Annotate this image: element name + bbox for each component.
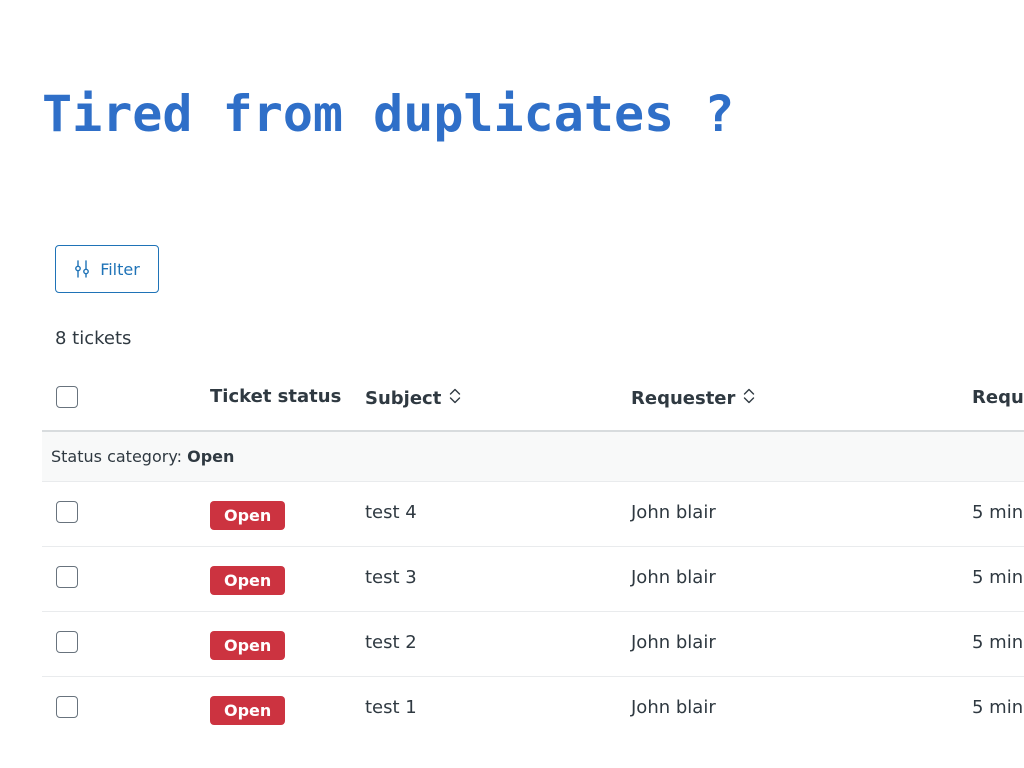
sliders-icon bbox=[74, 260, 90, 278]
table-row[interactable]: Open test 2 John blair 5 min bbox=[42, 612, 1024, 677]
sort-icon[interactable] bbox=[449, 387, 461, 410]
sort-icon[interactable] bbox=[743, 387, 755, 410]
column-header-requested[interactable]: Reque bbox=[972, 387, 1024, 408]
ticket-subject[interactable]: test 4 bbox=[365, 502, 417, 523]
status-group-value: Open bbox=[187, 447, 235, 466]
row-checkbox[interactable] bbox=[56, 696, 78, 718]
table-header-row: Ticket status Subject Requester Reque bbox=[42, 370, 1024, 432]
page-headline: Tired from duplicates ? bbox=[42, 85, 735, 143]
status-badge: Open bbox=[210, 696, 286, 725]
ticket-requester: John blair bbox=[631, 632, 716, 653]
status-group-label: Status category: Open bbox=[51, 447, 235, 466]
ticket-requester: John blair bbox=[631, 502, 716, 523]
status-badge: Open bbox=[210, 566, 286, 595]
column-header-ticket-status: Ticket status bbox=[210, 386, 342, 407]
table-row[interactable]: Open test 1 John blair 5 min bbox=[42, 677, 1024, 742]
status-badge: Open bbox=[210, 631, 286, 660]
table-row[interactable]: Open test 4 John blair 5 min bbox=[42, 482, 1024, 547]
column-header-subject[interactable]: Subject bbox=[365, 387, 461, 410]
table-row[interactable]: Open test 3 John blair 5 min bbox=[42, 547, 1024, 612]
ticket-requester: John blair bbox=[631, 697, 716, 718]
row-checkbox[interactable] bbox=[56, 631, 78, 653]
tickets-table: Ticket status Subject Requester Reque bbox=[42, 370, 1024, 742]
select-all-checkbox[interactable] bbox=[56, 386, 78, 408]
filter-button-label: Filter bbox=[100, 259, 140, 279]
row-checkbox[interactable] bbox=[56, 501, 78, 523]
filter-button[interactable]: Filter bbox=[55, 245, 159, 293]
ticket-subject[interactable]: test 2 bbox=[365, 632, 417, 653]
ticket-subject[interactable]: test 1 bbox=[365, 697, 417, 718]
ticket-requested: 5 min bbox=[972, 567, 1024, 588]
ticket-requested: 5 min bbox=[972, 697, 1024, 718]
ticket-subject[interactable]: test 3 bbox=[365, 567, 417, 588]
row-checkbox[interactable] bbox=[56, 566, 78, 588]
ticket-count: 8 tickets bbox=[55, 328, 132, 349]
ticket-requester: John blair bbox=[631, 567, 716, 588]
status-group-row: Status category: Open bbox=[42, 432, 1024, 482]
ticket-requested: 5 min bbox=[972, 632, 1024, 653]
column-header-requester[interactable]: Requester bbox=[631, 387, 755, 410]
ticket-requested: 5 min bbox=[972, 502, 1024, 523]
status-badge: Open bbox=[210, 501, 286, 530]
